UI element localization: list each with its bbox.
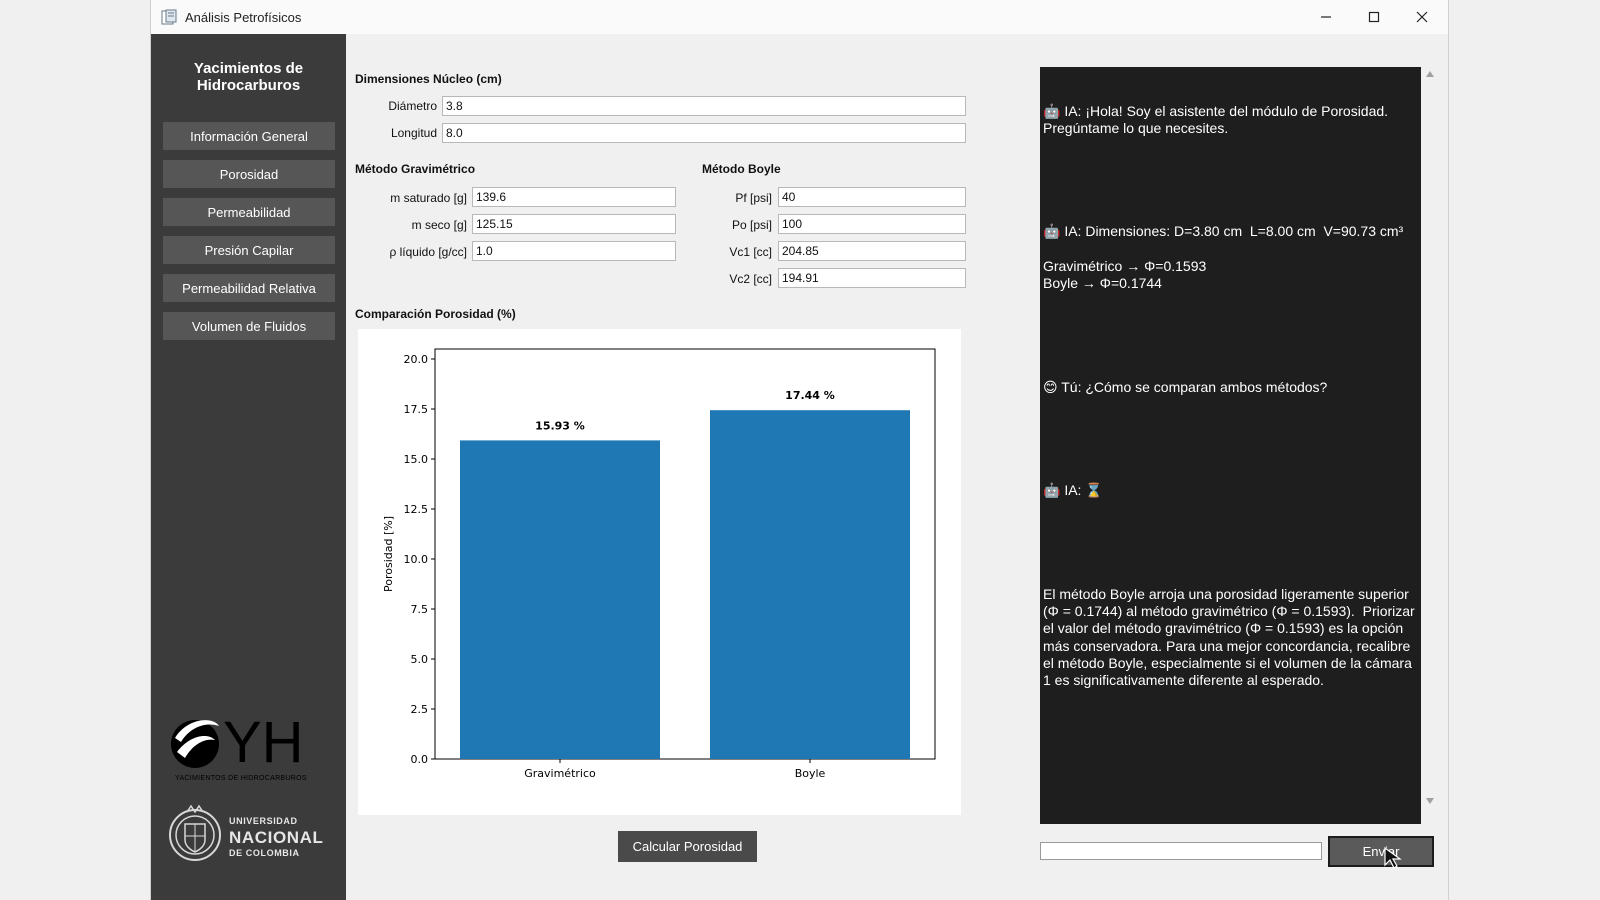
title-bar: Análisis Petrofísicos: [151, 0, 1448, 34]
send-button[interactable]: Enviar: [1328, 836, 1434, 867]
y-tick-label: 10.0: [404, 553, 429, 566]
y-tick-label: 5.0: [411, 653, 429, 666]
diameter-label: Diámetro: [388, 99, 437, 113]
core-dimensions-title: Dimensiones Núcleo (cm): [355, 72, 502, 86]
unal-logo: UNIVERSIDAD NACIONAL DE COLOMBIA: [167, 800, 337, 872]
chat-input[interactable]: [1040, 842, 1322, 860]
sidebar-title-line2: Hidrocarburos: [196, 77, 301, 94]
y-tick-label: 15.0: [404, 453, 429, 466]
length-label: Longitud: [390, 126, 437, 140]
sidebar-item-volumen-de-fluidos[interactable]: Volumen de Fluidos: [163, 312, 335, 340]
chart-section-title: Comparación Porosidad (%): [355, 307, 516, 321]
chat-message-ia-pending: 🤖 IA: ⌛: [1043, 482, 1103, 499]
y-axis-label: Porosidad [%]: [382, 516, 395, 592]
yh-logo-text: YH: [223, 710, 304, 775]
app-icon: [161, 9, 177, 25]
minimize-icon: [1321, 16, 1331, 18]
mouse-cursor-icon: [1384, 846, 1402, 869]
porosity-bar-chart: 0.0 2.5 5.0 7.5 10.0 12.5 15.0 17.5 20.0 Porosida…: [382, 348, 936, 780]
rho-liquido-label: ρ líquido [g/cc]: [389, 245, 467, 259]
boyle-title: Método Boyle: [702, 162, 781, 176]
y-tick-label: 12.5: [404, 503, 429, 516]
calculate-porosity-button[interactable]: Calcular Porosidad: [618, 831, 757, 862]
m-saturado-input[interactable]: 139.6: [472, 187, 676, 207]
chat-message-ia-greeting: 🤖 IA: ¡Hola! Soy el asistente del módulo…: [1043, 102, 1392, 136]
sidebar-item-informacion-general[interactable]: Información General: [163, 122, 335, 150]
scroll-arrows-icon: [1426, 71, 1434, 804]
x-tick-label: Boyle: [795, 767, 826, 780]
bar: [710, 410, 910, 759]
close-button[interactable]: [1398, 0, 1446, 34]
sidebar-item-presion-capilar[interactable]: Presión Capilar: [163, 236, 335, 264]
m-seco-input[interactable]: 125.15: [472, 214, 676, 234]
vc2-label: Vc2 [cc]: [729, 272, 772, 286]
unal-line3: DE COLOMBIA: [229, 848, 300, 858]
po-label: Po [psi]: [731, 218, 772, 232]
sidebar-title: Yacimientos de Hidrocarburos: [151, 60, 346, 94]
y-tick-label: 20.0: [404, 353, 429, 366]
unal-line2: NACIONAL: [229, 828, 324, 847]
app-window: Análisis Petrofísicos Yacimientos de Hid…: [150, 0, 1449, 900]
maximize-button[interactable]: [1350, 0, 1398, 34]
po-input[interactable]: 100: [778, 214, 966, 234]
y-tick-label: 17.5: [404, 403, 429, 416]
porosity-form: Dimensiones Núcleo (cm) Diámetro 3.8 Lon…: [346, 34, 1026, 900]
sidebar-title-line1: Yacimientos de: [193, 60, 304, 77]
minimize-button[interactable]: [1302, 0, 1350, 34]
y-tick-label: 7.5: [411, 603, 429, 616]
m-seco-label: m seco [g]: [411, 218, 467, 232]
vc1-input[interactable]: 204.85: [778, 241, 966, 261]
diameter-input[interactable]: 3.8: [442, 96, 966, 116]
yh-logo-caption: YACIMIENTOS DE HIDROCARBUROS: [175, 775, 307, 782]
bar: [460, 440, 660, 759]
chat-message-user: 😊 Tú: ¿Cómo se comparan ambos métodos?: [1043, 378, 1328, 395]
sidebar-item-porosidad[interactable]: Porosidad: [163, 160, 335, 188]
yh-logo-emblem: [171, 720, 219, 768]
window-title: Análisis Petrofísicos: [185, 9, 302, 25]
sidebar-item-permeabilidad-relativa[interactable]: Permeabilidad Relativa: [163, 274, 335, 302]
vc1-label: Vc1 [cc]: [729, 245, 772, 259]
maximize-icon: [1368, 11, 1380, 23]
close-icon: [1416, 11, 1428, 23]
yh-logo: YH YACIMIENTOS DE HIDROCARBUROS: [167, 712, 332, 787]
data-label: 15.93 %: [535, 419, 585, 432]
pf-label: Pf [psi]: [735, 191, 772, 205]
y-tick-label: 0.0: [411, 753, 429, 766]
chat-scrollbar[interactable]: [1421, 67, 1439, 824]
chat-message-ia-results: 🤖 IA: Dimensiones: D=3.80 cm L=8.00 cm V…: [1043, 223, 1404, 292]
sidebar: Yacimientos de Hidrocarburos Información…: [151, 34, 346, 900]
vc2-input[interactable]: 194.91: [778, 268, 966, 288]
gravimetric-title: Método Gravimétrico: [355, 162, 476, 176]
unal-line1: UNIVERSIDAD: [229, 816, 298, 826]
pf-input[interactable]: 40: [778, 187, 966, 207]
sidebar-item-permeabilidad[interactable]: Permeabilidad: [163, 198, 335, 226]
y-tick-label: 2.5: [411, 703, 429, 716]
chat-message-ia-answer: El método Boyle arroja una porosidad lig…: [1043, 585, 1419, 689]
x-tick-label: Gravimétrico: [524, 767, 596, 780]
data-label: 17.44 %: [785, 389, 835, 402]
chat-log: 🤖 IA: ¡Hola! Soy el asistente del módulo…: [1040, 67, 1421, 824]
m-saturado-label: m saturado [g]: [390, 191, 467, 205]
porosity-chart-panel: 0.0 2.5 5.0 7.5 10.0 12.5 15.0 17.5 20.0 Porosida…: [358, 329, 961, 815]
rho-liquido-input[interactable]: 1.0: [472, 241, 676, 261]
unal-shield-icon: [169, 804, 221, 861]
length-input[interactable]: 8.0: [442, 123, 966, 143]
